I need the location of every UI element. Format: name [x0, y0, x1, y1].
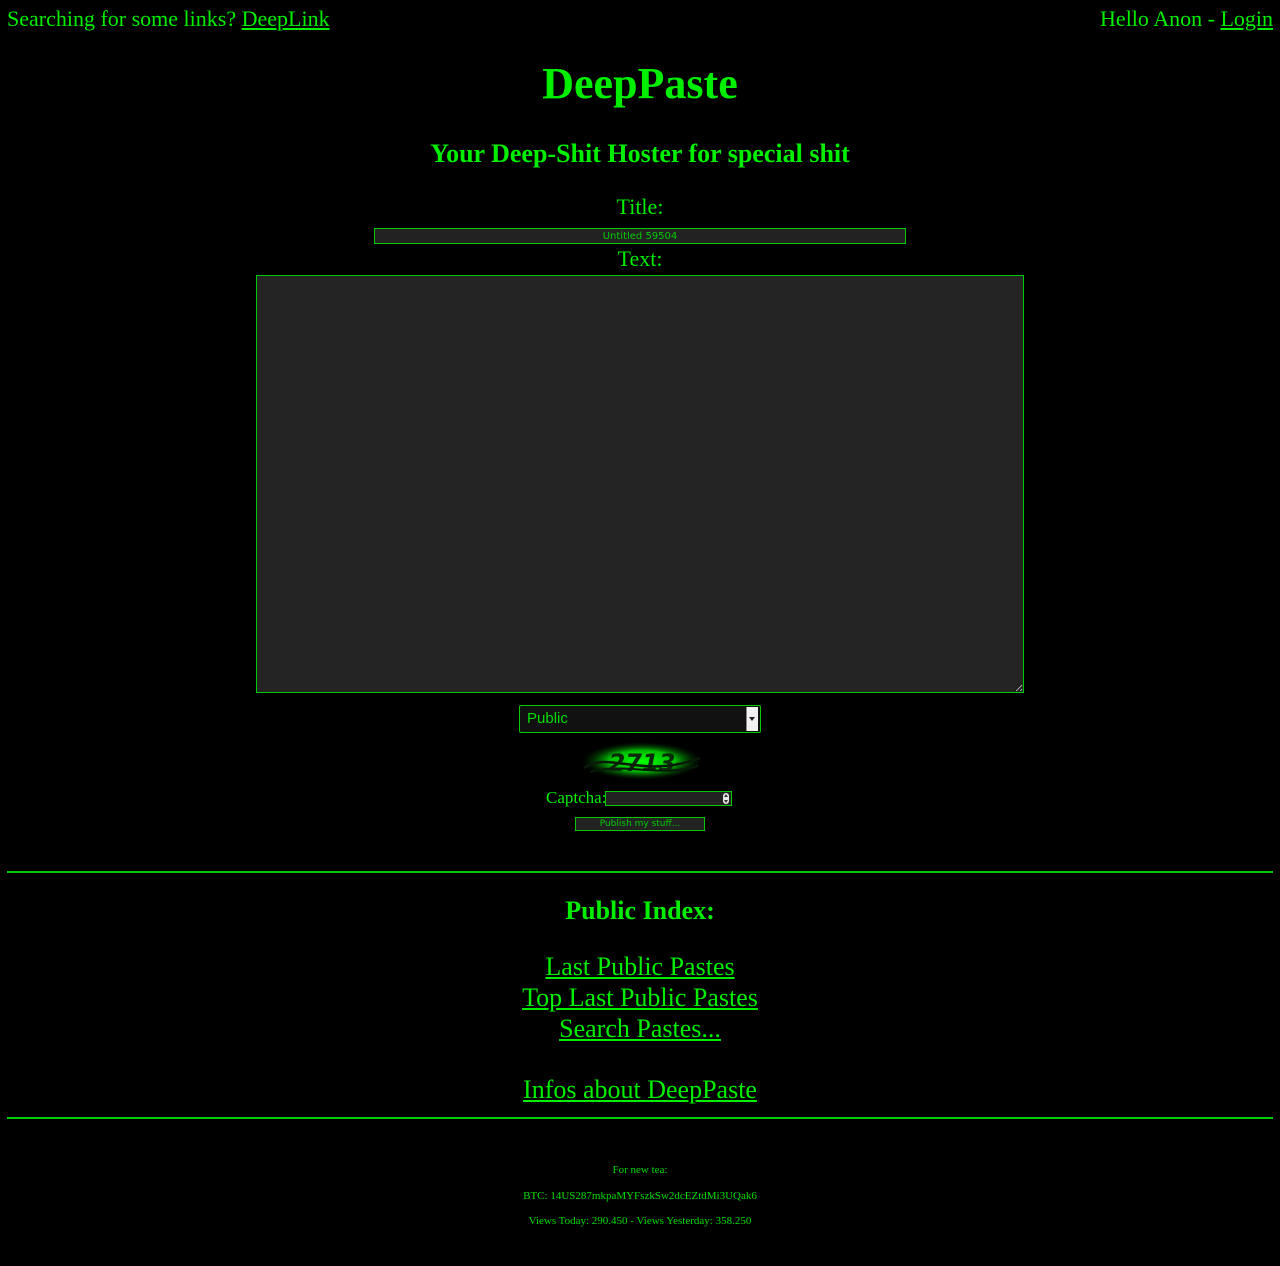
divider [7, 871, 1273, 873]
captcha-image: 2713 [582, 742, 702, 780]
deeplink-promo: Searching for some links? DeepLink [7, 5, 330, 33]
user-greeting: Hello Anon - Login [1100, 5, 1273, 33]
top-bar: Searching for some links? DeepLink Hello… [7, 5, 1273, 35]
publish-button[interactable]: Publish my stuff... [575, 817, 705, 831]
footer-tea-text: For new tea: [612, 1164, 668, 1176]
top-last-public-pastes-link[interactable]: Top Last Public Pastes [522, 982, 758, 1013]
divider [7, 1117, 1273, 1119]
deeplink-link[interactable]: DeepLink [242, 6, 330, 31]
visibility-select-value: Public [527, 710, 568, 727]
public-index-links: Last Public Pastes Top Last Public Paste… [0, 951, 1280, 1044]
site-tagline: Your Deep-Shit Hoster for special shit [430, 139, 850, 168]
captcha-input[interactable] [605, 791, 732, 806]
number-spinner-icon[interactable] [723, 793, 729, 804]
info-link-row: Infos about DeepPaste [0, 1074, 1280, 1105]
search-pastes-link[interactable]: Search Pastes... [559, 1013, 721, 1044]
deeplink-promo-text: Searching for some links? [7, 6, 242, 31]
public-index-heading: Public Index: [565, 896, 715, 925]
captcha-label: Captcha: [546, 788, 607, 807]
paste-text-area[interactable] [256, 275, 1024, 693]
footer-view-stats: Views Today: 290.450 - Views Yesterday: … [528, 1215, 752, 1227]
greeting-text: Hello Anon - [1100, 6, 1221, 31]
text-label: Text: [617, 246, 663, 271]
title-input[interactable] [374, 228, 906, 244]
infos-about-link[interactable]: Infos about DeepPaste [523, 1075, 757, 1104]
footer-btc-address: BTC: 14US287mkpaMYFszkSw2dcEZtdMi3UQak6 [523, 1190, 757, 1202]
visibility-select[interactable]: Public [519, 705, 761, 733]
login-link[interactable]: Login [1220, 6, 1273, 31]
chevron-down-icon[interactable] [746, 707, 758, 731]
site-title: DeepPaste [542, 59, 738, 108]
title-label: Title: [616, 194, 664, 219]
last-public-pastes-link[interactable]: Last Public Pastes [545, 951, 734, 982]
